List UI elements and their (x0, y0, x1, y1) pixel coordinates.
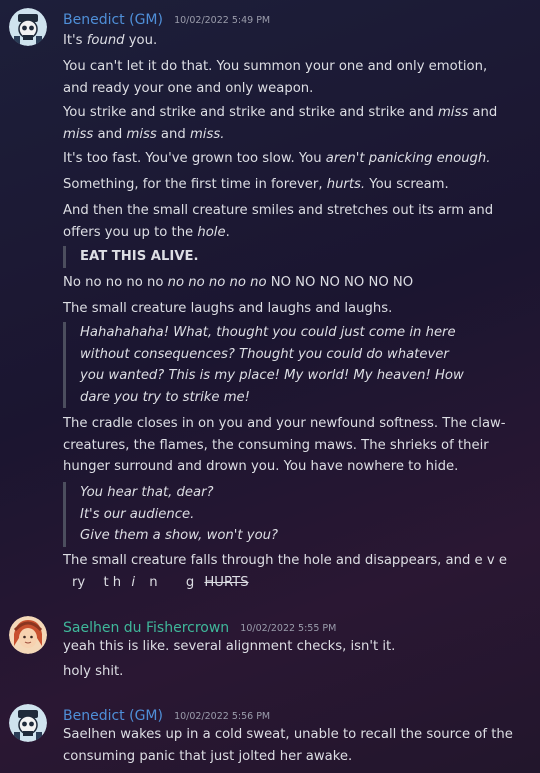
message-line: holy shit. (63, 664, 124, 679)
message-line: No no no no no no no no no no NO NO NO N… (63, 275, 414, 290)
skull-crown-avatar-icon (9, 8, 47, 46)
block-quote: EAT THIS ALIVE. (63, 246, 522, 268)
message-line: The small creature laughs and laughs and… (63, 301, 393, 316)
block-quote: Hahahahaha! What, thought you could just… (63, 322, 522, 408)
message-line: Something, for the first time in forever… (63, 177, 449, 192)
red-hair-avatar-icon (9, 616, 47, 654)
timestamp: 10/02/2022 5:55 PM (240, 623, 337, 634)
message-line-scattered: ry t h i n g HURTS (72, 575, 249, 590)
message-line: It's found you. (63, 33, 158, 48)
message-line: yeah this is like. several alignment che… (63, 639, 396, 654)
message-line: Saelhen wakes up in a cold sweat, unable… (63, 727, 513, 764)
avatar[interactable] (9, 8, 47, 46)
message-line: The small creature falls through the hol… (63, 553, 507, 568)
author-name[interactable]: Saelhen du Fishercrown (63, 620, 229, 636)
block-quote: You hear that, dear? It's our audience. Gi… (63, 482, 522, 547)
message-line: The cradle closes in on you and your new… (63, 416, 506, 474)
author-name[interactable]: Benedict (GM) (63, 12, 163, 28)
avatar[interactable] (9, 616, 47, 654)
timestamp: 10/02/2022 5:56 PM (174, 711, 271, 722)
avatar[interactable] (9, 704, 47, 742)
message-line: It's too fast. You've grown too slow. Yo… (63, 151, 491, 166)
skull-crown-avatar-icon (9, 704, 47, 742)
message-line: You strike and strike and strike and str… (63, 105, 498, 142)
message-line: You can't let it do that. You summon you… (63, 59, 488, 96)
author-name[interactable]: Benedict (GM) (63, 708, 163, 724)
timestamp: 10/02/2022 5:49 PM (174, 15, 271, 26)
message-line: And then the small creature smiles and s… (63, 203, 494, 240)
